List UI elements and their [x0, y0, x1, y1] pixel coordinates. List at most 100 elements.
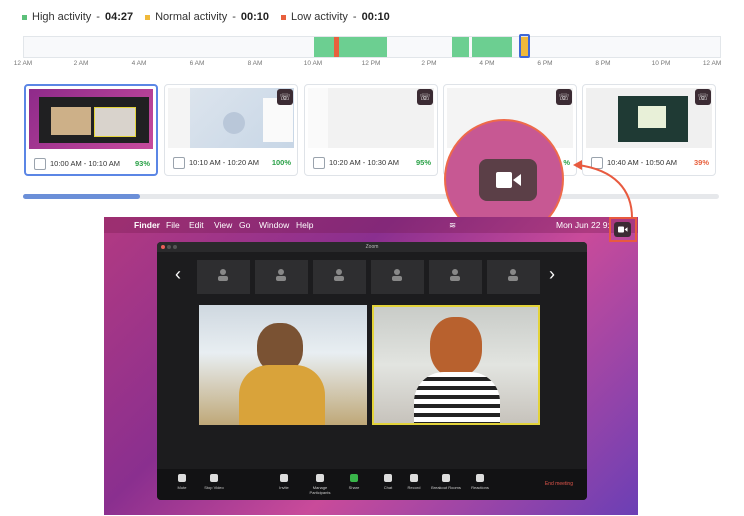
card-time: 10:00 AM - 10:10 AM — [50, 159, 121, 168]
person-icon — [334, 268, 344, 281]
tick-label: 12 AM — [702, 60, 722, 67]
participant-strip — [197, 260, 542, 294]
tick-label: 2 AM — [73, 60, 89, 67]
tick-label: 12 PM — [361, 60, 381, 67]
zoom-window: Zoom ‹ › Mute Stop Video Invite Manage P… — [157, 242, 587, 500]
chevron-right-icon[interactable]: › — [549, 264, 555, 285]
participant-tile — [197, 260, 250, 294]
tick-label: 2 PM — [421, 60, 437, 67]
toolbar-label: Stop Video — [204, 485, 224, 490]
menu-item: Go — [239, 220, 251, 230]
low-swatch — [281, 14, 287, 20]
toolbar-label: Chat — [383, 485, 393, 490]
tick-label: 12 AM — [13, 60, 33, 67]
card-checkbox[interactable] — [34, 158, 46, 170]
legend-high-value: 04:27 — [104, 11, 134, 23]
mac-menubar: Finder File Edit View Go Window Help ≋ M… — [104, 217, 638, 233]
menu-item: Help — [296, 220, 314, 230]
add-person-icon — [280, 474, 288, 482]
card-activity-percent: 100% — [271, 158, 291, 167]
timeline-segment-high[interactable] — [472, 37, 512, 57]
timeline-segment-high[interactable] — [314, 37, 334, 57]
chevron-left-icon[interactable]: ‹ — [175, 264, 181, 285]
legend-normal: Normal activity -00:10 — [145, 11, 269, 23]
toolbar-label: Breakout Rooms — [431, 485, 461, 490]
normal-swatch — [145, 14, 151, 20]
card-activity-percent: 95% — [415, 158, 431, 167]
screenshot-card[interactable]: ☏ 10:20 AM - 10:30 AM 95% — [304, 84, 438, 176]
chat-icon — [384, 474, 392, 482]
share-button[interactable]: Share — [337, 474, 371, 490]
card-checkbox[interactable] — [173, 157, 185, 169]
tick-label: 6 PM — [537, 60, 553, 67]
zoom-toolbar: Mute Stop Video Invite Manage Participan… — [157, 469, 587, 500]
zoom-titlebar: Zoom — [157, 242, 587, 252]
person-icon — [276, 268, 286, 281]
screenshot-thumbnail[interactable] — [29, 89, 153, 149]
tick-label: 10 PM — [651, 60, 671, 67]
card-activity-percent: 93% — [134, 159, 150, 168]
toolbar-label: Manage Participants — [309, 485, 331, 495]
toolbar-label: Invite — [279, 485, 289, 490]
invite-button[interactable]: Invite — [267, 474, 301, 490]
tick-label: 10 AM — [303, 60, 323, 67]
legend-low-value: 00:10 — [361, 11, 390, 23]
participants-button[interactable]: Manage Participants — [303, 474, 337, 495]
screenshot-card[interactable]: 10:00 AM - 10:10 AM 93% — [24, 84, 158, 176]
record-button[interactable]: Record — [397, 474, 431, 490]
screenshot-thumbnail[interactable] — [308, 88, 434, 148]
activity-timeline[interactable] — [23, 34, 721, 58]
tick-label: 4 AM — [131, 60, 147, 67]
screenshot-card[interactable]: ☏ 10:10 AM - 10:20 AM 100% — [164, 84, 298, 176]
close-dot[interactable] — [161, 245, 165, 249]
timeline-segment-high[interactable] — [339, 37, 387, 57]
high-swatch — [22, 14, 27, 20]
card-time: 10:10 AM - 10:20 AM — [189, 158, 260, 167]
stop-video-button[interactable]: Stop Video — [197, 474, 231, 490]
end-meeting-button[interactable]: End meeting — [545, 481, 573, 487]
participant-tile — [429, 260, 482, 294]
legend-normal-label: Normal activity — [155, 11, 228, 23]
card-time: 10:20 AM - 10:30 AM — [329, 158, 400, 167]
video-camera-icon[interactable] — [614, 222, 631, 237]
menu-item: Window — [259, 220, 290, 230]
person-icon — [450, 268, 460, 281]
minimize-dot[interactable] — [167, 245, 171, 249]
screenshot-thumbnail[interactable] — [168, 88, 294, 148]
card-checkbox[interactable] — [313, 157, 325, 169]
legend-normal-value: 00:10 — [240, 11, 270, 23]
legend-low-label: Low activity — [291, 11, 348, 23]
zoom-dot[interactable] — [173, 245, 177, 249]
share-icon — [350, 474, 358, 482]
legend-high: High activity -04:27 — [22, 11, 133, 23]
menubar-clock: Mon Jun 22 9: — [556, 220, 610, 230]
mute-button[interactable]: Mute — [165, 474, 199, 490]
zoom-title: Zoom — [365, 244, 379, 250]
breakout-button[interactable]: Breakout Rooms — [429, 474, 463, 490]
toolbar-label: Share — [348, 485, 360, 490]
participant-tile — [371, 260, 424, 294]
person-icon — [218, 268, 228, 281]
menu-item: File — [166, 220, 180, 230]
participant-video — [199, 305, 367, 425]
screenshot-thumbnail[interactable] — [586, 88, 712, 148]
call-icon: ☏ — [277, 89, 293, 105]
call-icon: ☏ — [695, 89, 711, 105]
grid-icon — [442, 474, 450, 482]
timeline-segment-high[interactable] — [452, 37, 469, 57]
timeline-selection[interactable] — [519, 34, 530, 58]
pointer-arrow — [573, 160, 633, 219]
toolbar-label: Mute — [177, 485, 187, 490]
tick-label: 4 PM — [479, 60, 495, 67]
legend-high-label: High activity — [32, 11, 92, 23]
participant-tile — [313, 260, 366, 294]
reactions-button[interactable]: Reactions — [463, 474, 497, 490]
scrollbar-thumb[interactable] — [23, 194, 140, 199]
activity-legend: High activity -04:27 Normal activity -00… — [22, 11, 390, 23]
wifi-icon: ≋ — [449, 220, 457, 230]
menu-item: View — [214, 220, 233, 230]
legend-low: Low activity -00:10 — [281, 11, 390, 23]
menu-item: Finder — [134, 220, 160, 230]
person-icon — [392, 268, 402, 281]
toolbar-label: Record — [407, 485, 421, 490]
